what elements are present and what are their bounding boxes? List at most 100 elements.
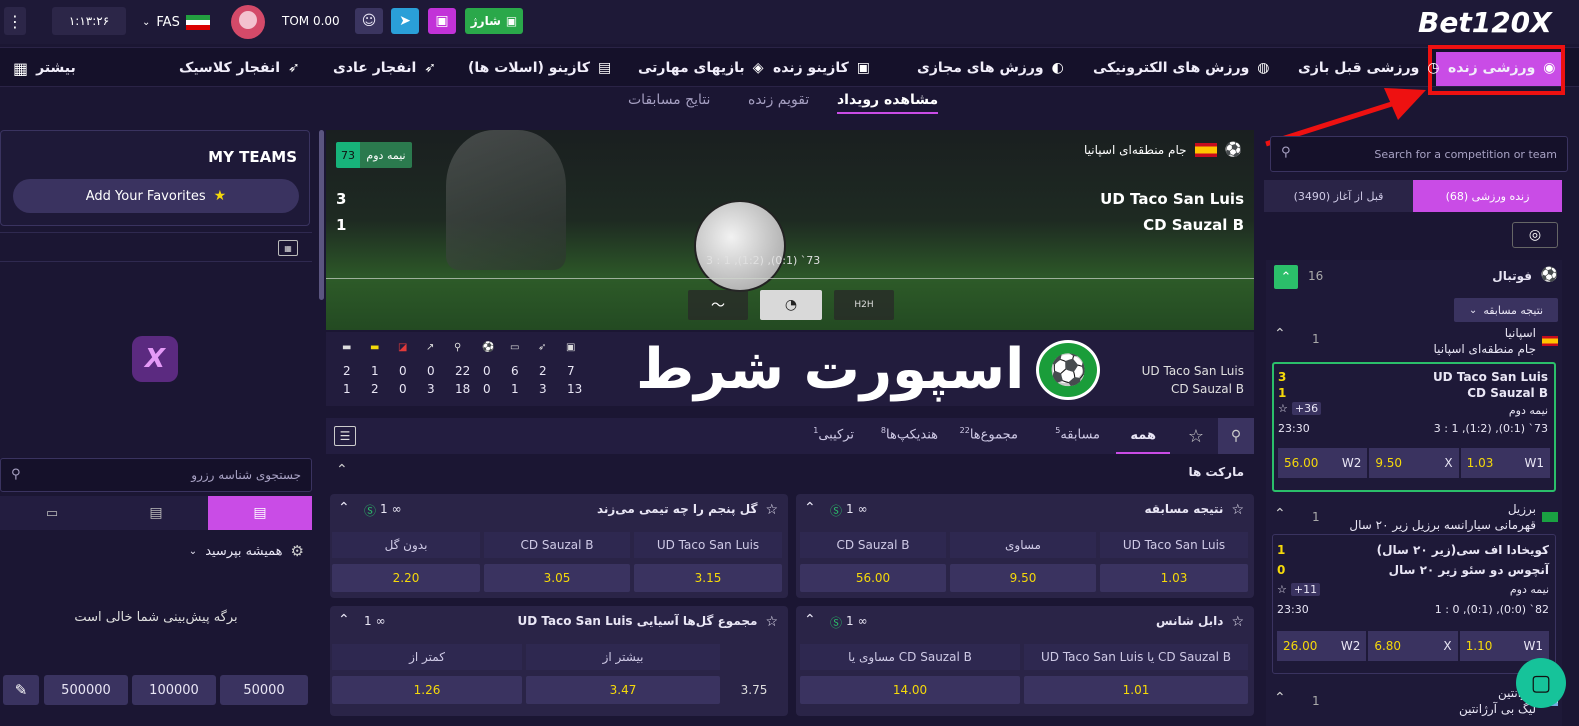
- odd-button[interactable]: 14.00: [800, 676, 1020, 704]
- sport-name: فوتبال: [1492, 269, 1532, 283]
- nav-item-live-casino[interactable]: ▣ کازینو زنده: [773, 48, 870, 88]
- avatar-icon[interactable]: [231, 5, 265, 39]
- clock: ۱:۱۳:۲۶: [52, 7, 126, 35]
- away-team: CD Sauzal B: [1467, 386, 1548, 400]
- market-head: مساوی یا CD Sauzal B: [800, 644, 1020, 670]
- telegram-icon[interactable]: ➤: [391, 8, 419, 34]
- home-team: کویخادا اف سی(زیر ۲۰ سال): [1376, 543, 1549, 557]
- score-detail: 3 : 1 ,(1:2) ,(0:1) ‎`73: [706, 254, 821, 267]
- odd-w1[interactable]: 1.03 W1: [1460, 448, 1550, 478]
- tab-match[interactable]: 5مسابقه: [1055, 426, 1100, 442]
- tab-id[interactable]: ▭: [0, 496, 104, 530]
- charge-button[interactable]: شارژ ▣: [465, 8, 523, 34]
- field-view-icon[interactable]: ◔: [760, 290, 822, 320]
- odd-button[interactable]: 3.15: [634, 564, 782, 592]
- sport-header[interactable]: ⌃ 16 فوتبال ⚽: [1266, 260, 1562, 294]
- star-icon[interactable]: ☆: [1184, 424, 1208, 448]
- star-icon[interactable]: ☆: [765, 614, 778, 630]
- star-icon[interactable]: ☆: [1231, 614, 1244, 630]
- nav-more[interactable]: بیشتر ▦: [13, 48, 76, 88]
- star-icon[interactable]: ☆: [1278, 402, 1288, 415]
- odd-w1[interactable]: 1.10 W1: [1459, 631, 1549, 661]
- odd-w2[interactable]: 26.00 W2: [1277, 631, 1367, 661]
- tab-all[interactable]: همه: [1116, 418, 1170, 454]
- nav-item-slots[interactable]: ▤ کازینو (اسلات ها): [468, 48, 611, 88]
- odd-button[interactable]: 1.26: [332, 676, 522, 704]
- stat-value: 7: [567, 364, 575, 378]
- scoreboard-icon[interactable]: ▦: [278, 240, 298, 256]
- chevron-up-icon[interactable]: ⌃: [1274, 690, 1286, 706]
- star-icon[interactable]: ☆: [1277, 583, 1287, 596]
- chevron-up-icon[interactable]: ⌃: [804, 500, 816, 516]
- scrollbar[interactable]: [319, 130, 324, 300]
- chevron-up-icon[interactable]: ⌃: [336, 462, 348, 478]
- stake-50000[interactable]: 50000: [220, 675, 308, 705]
- nav-item-live-sports[interactable]: ◉ ورزشی زنده: [1448, 48, 1556, 88]
- support-agent-icon[interactable]: ☺: [355, 8, 383, 34]
- stats-graph-icon[interactable]: 〜: [688, 290, 748, 320]
- tab-clipboard[interactable]: ▤: [104, 496, 208, 530]
- chevron-up-icon[interactable]: ⌃: [1274, 506, 1286, 522]
- tab-event-view[interactable]: مشاهده رویداد: [837, 92, 939, 114]
- odd-x[interactable]: 6.80 X: [1368, 631, 1458, 661]
- dangerous-attack-icon: ➶: [538, 342, 547, 353]
- odd-button[interactable]: 1.03: [1100, 564, 1248, 592]
- tab-combo[interactable]: 1ترکیبی: [813, 426, 854, 442]
- competition-search[interactable]: ⚲ Search for a competition or team: [1270, 136, 1568, 172]
- tab-handicaps[interactable]: 8هندیکپ‌ها: [881, 426, 938, 442]
- add-favorites-button[interactable]: Add Your Favorites ★: [13, 179, 299, 213]
- tab-prematch[interactable]: قبل از آغاز (3490): [1264, 180, 1413, 212]
- stake-500000[interactable]: 500000: [44, 675, 128, 705]
- edit-icon[interactable]: ✎: [3, 675, 39, 705]
- chevron-up-icon[interactable]: ⌃: [1274, 265, 1298, 289]
- odd-button[interactable]: 2.20: [332, 564, 480, 592]
- nav-item-skill-games[interactable]: ◈ بازیهای مهارتی: [638, 48, 763, 88]
- league-label[interactable]: ⚽ جام منطقه‌ای اسپانیا: [1084, 142, 1242, 158]
- market-select[interactable]: نتیجه مسابقه ⌄: [1454, 298, 1558, 322]
- chevron-up-icon[interactable]: ⌃: [338, 612, 350, 628]
- kebab-menu-icon[interactable]: ⋮: [4, 7, 26, 35]
- list-view-icon[interactable]: ☰: [334, 426, 356, 446]
- home-score: 1: [1277, 543, 1286, 557]
- market-tabs: ⚲ ☆ همه 5مسابقه 22مجموع‌ها 8هندیکپ‌ها 1ت…: [326, 418, 1254, 454]
- nav-item-virtual[interactable]: ◐ ورزش های مجازی: [917, 48, 1064, 88]
- stat-value: 1: [343, 382, 351, 396]
- betslip-tabs: ▭ ▤ ▤: [0, 496, 312, 530]
- tab-betslip[interactable]: ▤: [208, 496, 312, 530]
- stake-100000[interactable]: 100000: [132, 675, 216, 705]
- globe-icon[interactable]: ◎: [1512, 222, 1558, 248]
- nav-item-crash[interactable]: ➶ انفجار عادی: [333, 48, 436, 88]
- logo[interactable]: Bet120X: [1418, 2, 1552, 42]
- match-card[interactable]: 3 1 UD Taco San Luis CD Sauzal B نیمه دو…: [1272, 362, 1556, 492]
- tab-live-calendar[interactable]: تقویم زنده: [748, 92, 809, 108]
- minute: 73: [336, 142, 360, 168]
- gear-icon: ⚙: [290, 542, 304, 560]
- odd-button[interactable]: 56.00: [800, 564, 946, 592]
- odd-w2[interactable]: 56.00 W2: [1278, 448, 1368, 478]
- odd-button[interactable]: 1.01: [1024, 676, 1248, 704]
- tab-totals[interactable]: 22مجموع‌ها: [960, 426, 1018, 442]
- reservation-search[interactable]: ⚲ جستجوی شناسه رزرو: [0, 458, 312, 492]
- gift-icon[interactable]: ▣: [428, 8, 456, 34]
- search-icon[interactable]: ⚲: [1218, 418, 1254, 454]
- language-selector[interactable]: ⌄ FAS: [142, 13, 210, 31]
- odd-button[interactable]: 9.50: [950, 564, 1096, 592]
- always-ask-setting[interactable]: ⚙ همیشه بپرسید ⌄: [189, 542, 304, 560]
- star-icon[interactable]: ☆: [1231, 502, 1244, 518]
- odd-x[interactable]: 9.50 X: [1369, 448, 1459, 478]
- away-score: 1: [1278, 386, 1287, 400]
- nav-item-crash-classic[interactable]: ➶ انفجار کلاسیک: [179, 48, 300, 88]
- chevron-up-icon[interactable]: ⌃: [338, 500, 350, 516]
- chevron-up-icon[interactable]: ⌃: [1274, 326, 1286, 342]
- chat-icon[interactable]: ▢: [1516, 658, 1566, 708]
- tab-live[interactable]: زنده ورزشی (68): [1413, 180, 1562, 212]
- match-card[interactable]: 1 0 کویخادا اف سی(زیر ۲۰ سال) آنچوس دو س…: [1272, 534, 1556, 674]
- star-icon[interactable]: ☆: [765, 502, 778, 518]
- stat-value: 2: [539, 364, 547, 378]
- h2h-icon[interactable]: H2H: [834, 290, 894, 320]
- odd-button[interactable]: 3.05: [484, 564, 630, 592]
- odd-button[interactable]: 3.47: [526, 676, 720, 704]
- nav-item-esports[interactable]: ◍ ورزش های الکترونیکی: [1093, 48, 1270, 88]
- tab-results[interactable]: نتایج مسابقات: [628, 92, 710, 108]
- chevron-up-icon[interactable]: ⌃: [804, 612, 816, 628]
